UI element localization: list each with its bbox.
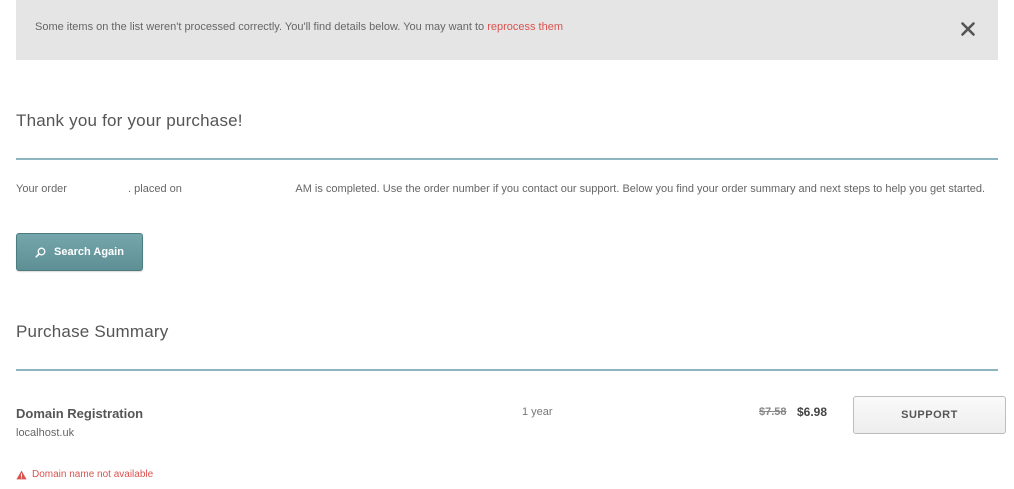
product-term: 1 year: [522, 406, 553, 418]
alert-banner: Some items on the list weren't processed…: [16, 0, 998, 60]
confirmation-title: Thank you for your purchase!: [16, 111, 243, 130]
divider: [16, 369, 998, 371]
warning-icon: [16, 470, 27, 479]
divider: [16, 158, 998, 160]
product-domain: localhost.uk: [16, 427, 75, 439]
order-confirmation-text: Your order . placed on AM is completed. …: [16, 180, 1001, 198]
search-icon: [35, 247, 46, 258]
reprocess-link[interactable]: reprocess them: [487, 21, 563, 33]
product-name: Domain Registration: [16, 406, 144, 421]
alert-message-text: Some items on the list weren't processed…: [35, 21, 488, 33]
order-text-part: Your order: [16, 183, 71, 195]
search-again-label: Search Again: [54, 246, 124, 258]
order-text-part: AM is completed. Use the order number if…: [292, 183, 986, 195]
price-discounted: $6.98: [797, 405, 828, 419]
support-button[interactable]: SUPPORT: [853, 396, 1006, 434]
error-message: Domain name not available: [16, 469, 153, 480]
search-again-button[interactable]: Search Again: [16, 233, 143, 271]
alert-message: Some items on the list weren't processed…: [35, 21, 563, 33]
order-text-part: . placed on: [128, 183, 185, 195]
price-original: $7.58: [759, 406, 787, 418]
purchase-summary-title: Purchase Summary: [16, 322, 169, 341]
error-text: Domain name not available: [32, 469, 154, 480]
close-icon[interactable]: [960, 21, 976, 37]
